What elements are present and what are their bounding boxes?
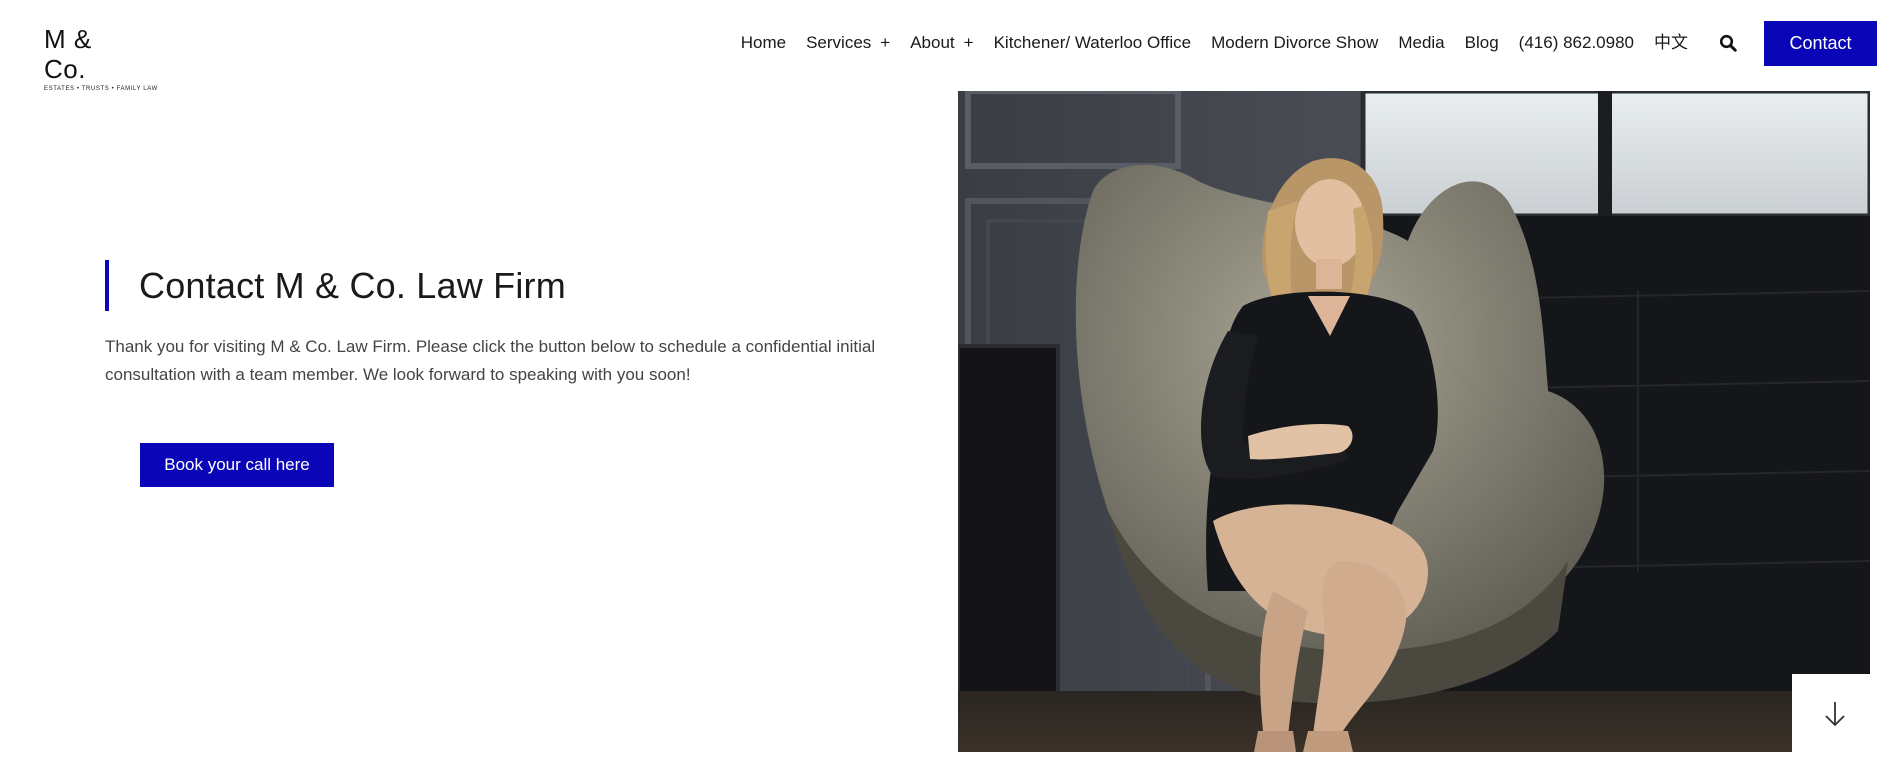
nav-item-label: Modern Divorce Show bbox=[1211, 33, 1379, 52]
search-icon bbox=[1719, 34, 1737, 52]
nav-item-modern-divorce-show[interactable]: Modern Divorce Show bbox=[1201, 30, 1388, 56]
arrow-down-icon bbox=[1824, 702, 1845, 727]
main-nav: Home Services + About + Kitchener/ Water… bbox=[731, 20, 1877, 66]
title-accent-bar: Contact M & Co. Law Firm bbox=[105, 260, 945, 311]
logo-name: M & Co. bbox=[44, 24, 92, 84]
nav-item-label: Blog bbox=[1464, 33, 1499, 52]
nav-item-services[interactable]: Services + bbox=[796, 30, 900, 56]
nav-item-label: Kitchener/ Waterloo Office bbox=[993, 33, 1192, 52]
nav-item-phone[interactable]: (416) 862.0980 bbox=[1509, 30, 1644, 56]
contact-button[interactable]: Contact bbox=[1764, 20, 1877, 66]
nav-item-label: About bbox=[910, 33, 955, 52]
nav-item-kitchener-waterloo[interactable]: Kitchener/ Waterloo Office bbox=[984, 30, 1201, 56]
portrait-photo bbox=[958, 91, 1870, 752]
search-button[interactable] bbox=[1708, 23, 1748, 63]
nav-item-label: Home bbox=[740, 33, 787, 52]
plus-icon[interactable]: + bbox=[964, 33, 974, 53]
site-header: M & Co. ESTATES • TRUSTS • FAMILY LAW Ho… bbox=[0, 0, 1877, 92]
plus-icon[interactable]: + bbox=[880, 33, 890, 53]
nav-item-blog[interactable]: Blog bbox=[1455, 30, 1509, 56]
nav-item-chinese[interactable]: 中文 bbox=[1644, 27, 1698, 53]
nav-item-about[interactable]: About + bbox=[900, 30, 983, 56]
nav-item-media[interactable]: Media bbox=[1388, 30, 1454, 56]
nav-item-label: Services bbox=[806, 33, 872, 52]
phone-number: (416) 862.0980 bbox=[1518, 33, 1634, 52]
contact-intro-section: Contact M & Co. Law Firm Thank you for v… bbox=[105, 260, 945, 487]
book-call-button[interactable]: Book your call here bbox=[140, 443, 334, 487]
nav-item-label: 中文 bbox=[1654, 32, 1688, 52]
nav-item-home[interactable]: Home bbox=[731, 30, 796, 56]
nav-item-label: Media bbox=[1398, 33, 1445, 52]
page-title: Contact M & Co. Law Firm bbox=[139, 264, 566, 306]
site-logo[interactable]: M & Co. ESTATES • TRUSTS • FAMILY LAW bbox=[44, 24, 158, 92]
scroll-down-button[interactable] bbox=[1792, 674, 1877, 754]
intro-text: Thank you for visiting M & Co. Law Firm.… bbox=[105, 337, 876, 384]
hero-portrait-photo bbox=[958, 91, 1870, 752]
logo-tagline: ESTATES • TRUSTS • FAMILY LAW bbox=[44, 86, 158, 92]
